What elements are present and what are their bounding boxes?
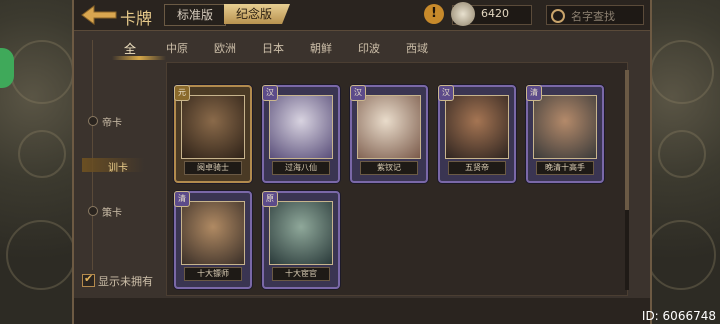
show-unowned-label: 显示未拥有: [98, 275, 153, 288]
page-title: 卡牌: [120, 9, 153, 28]
show-unowned-checkbox[interactable]: ✔: [82, 272, 95, 287]
tab-japan[interactable]: 日本: [262, 40, 284, 56]
card-name: 五贤帝: [448, 161, 506, 175]
card-era-badge: 汉: [438, 85, 454, 101]
category-emperor[interactable]: 帝卡: [102, 114, 122, 129]
search-input[interactable]: 名字查找: [546, 5, 644, 25]
tab-western-regions[interactable]: 西域: [406, 40, 428, 56]
category-strategy[interactable]: 策卡: [102, 204, 122, 219]
card-era-badge: 清: [526, 85, 542, 101]
bottom-bar: [74, 298, 650, 324]
card-portrait: [357, 95, 421, 159]
card-window: 卡牌 标准版 纪念版 ! 6420 名字查找 全 中原 欧洲 日本 朝鲜 印波 …: [72, 0, 652, 324]
card-item[interactable]: 汉 过海八仙: [262, 85, 340, 183]
checkmark-icon: ✔: [84, 272, 94, 285]
card-name: 十大镖师: [184, 267, 242, 281]
category-trainer[interactable]: 训卡: [108, 159, 128, 174]
card-portrait: [269, 201, 333, 265]
card-era-badge: 清: [174, 191, 190, 207]
card-portrait: [269, 95, 333, 159]
right-decorative-panel: [640, 0, 720, 324]
card-portrait: [181, 95, 245, 159]
card-grid: 元 阅卓骑士 汉 过海八仙 汉 紫钗记 汉 五贤帝 清 晚清十高手 清 十大镖师: [166, 62, 628, 296]
card-name: 晚清十高手: [536, 161, 594, 175]
player-id: ID: 6066748: [641, 309, 716, 323]
tab-all[interactable]: 全: [124, 40, 136, 57]
scrollbar[interactable]: [625, 70, 629, 290]
scrollbar-thumb[interactable]: [625, 70, 629, 210]
card-era-badge: 汉: [350, 85, 366, 101]
card-era-badge: 汉: [262, 85, 278, 101]
warning-icon[interactable]: !: [424, 4, 444, 24]
card-portrait: [445, 95, 509, 159]
card-portrait: [533, 95, 597, 159]
card-item[interactable]: 汉 五贤帝: [438, 85, 516, 183]
search-icon: [551, 9, 565, 23]
card-item[interactable]: 原 十大宦官: [262, 191, 340, 289]
card-name: 过海八仙: [272, 161, 330, 175]
card-era-badge: 原: [262, 191, 278, 207]
category-dot: [88, 206, 98, 216]
version-memorial-tab[interactable]: 纪念版: [224, 4, 291, 24]
left-decorative-panel: [0, 0, 80, 324]
card-era-badge: 元: [174, 85, 190, 101]
search-placeholder: 名字查找: [571, 10, 615, 23]
tab-europe[interactable]: 欧洲: [214, 40, 236, 56]
card-item[interactable]: 元 阅卓骑士: [174, 85, 252, 183]
category-rail: [92, 40, 93, 270]
currency-icon: [451, 2, 475, 26]
card-item[interactable]: 汉 紫钗记: [350, 85, 428, 183]
version-standard-tab[interactable]: 标准版: [164, 4, 227, 26]
tab-korea[interactable]: 朝鲜: [310, 40, 332, 56]
back-arrow-icon[interactable]: [80, 4, 118, 26]
card-portrait: [181, 201, 245, 265]
card-name: 紫钗记: [360, 161, 418, 175]
top-bar: 卡牌 标准版 纪念版 ! 6420 名字查找: [74, 0, 650, 31]
tab-indo-persia[interactable]: 印波: [358, 40, 380, 56]
currency-display: 6420: [451, 2, 532, 26]
region-tabs: 全 中原 欧洲 日本 朝鲜 印波 西域: [94, 36, 644, 60]
card-name: 阅卓骑士: [184, 161, 242, 175]
active-tab-underline: [112, 56, 166, 60]
card-name: 十大宦官: [272, 267, 330, 281]
tab-zhongyuan[interactable]: 中原: [166, 40, 188, 56]
side-badge[interactable]: [0, 48, 14, 88]
card-item[interactable]: 清 晚清十高手: [526, 85, 604, 183]
card-item[interactable]: 清 十大镖师: [174, 191, 252, 289]
currency-value: 6420: [481, 7, 509, 20]
category-dot: [88, 116, 98, 126]
